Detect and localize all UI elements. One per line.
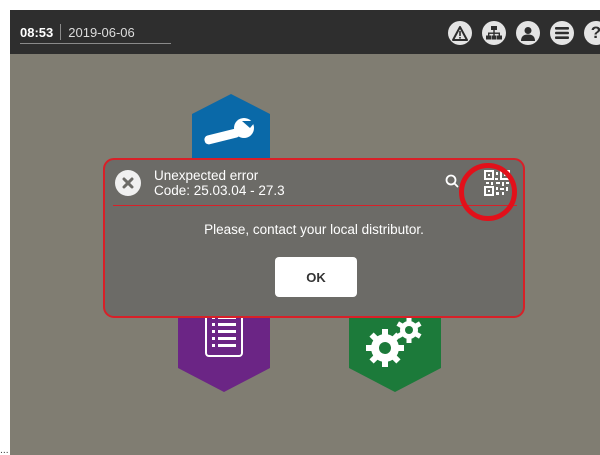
header-divider <box>113 205 517 206</box>
clock-underline <box>20 43 171 44</box>
error-code: Code: 25.03.04 - 27.3 <box>154 183 285 198</box>
ok-button[interactable]: OK <box>275 257 357 297</box>
top-icons: ? <box>448 21 600 45</box>
close-icon <box>115 170 141 196</box>
screen: 08:53 2019-06-06 ? <box>10 10 600 455</box>
clock-display: 08:53 2019-06-06 <box>20 21 135 43</box>
maintenance-tile[interactable] <box>192 94 270 164</box>
error-message: Please, contact your local distributor. <box>204 222 424 237</box>
settings-tile[interactable] <box>349 310 441 392</box>
clock-time: 08:53 <box>20 24 54 40</box>
help-icon[interactable]: ? <box>584 21 600 45</box>
qr-highlight-ring <box>459 163 517 221</box>
documents-tile[interactable] <box>178 310 270 392</box>
corner-mark: ... <box>0 446 9 455</box>
user-icon[interactable] <box>516 21 540 45</box>
warning-icon[interactable] <box>448 21 472 45</box>
network-icon[interactable] <box>482 21 506 45</box>
top-bar: 08:53 2019-06-06 ? <box>10 10 600 54</box>
error-title: Unexpected error <box>154 168 259 183</box>
clock-date: 2019-06-06 <box>68 24 135 40</box>
search-icon[interactable] <box>445 174 459 188</box>
menu-icon[interactable] <box>550 21 574 45</box>
